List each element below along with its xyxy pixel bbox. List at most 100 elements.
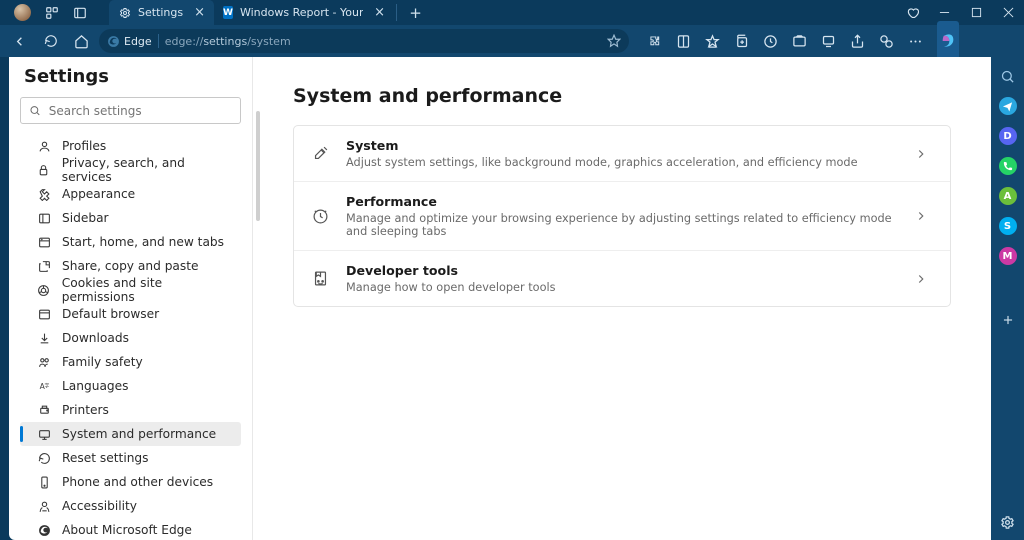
address-bar[interactable]: Edge edge://settings/system [99, 29, 629, 53]
close-icon[interactable]: × [374, 5, 385, 20]
discord-icon[interactable]: D [999, 127, 1017, 145]
whatsapp-icon[interactable] [999, 157, 1017, 175]
nav-item-label: Share, copy and paste [62, 259, 199, 273]
sidebar-item-start-home-and-new-tabs[interactable]: Start, home, and new tabs [20, 230, 241, 254]
tab-actions-icon[interactable] [73, 6, 87, 20]
tab-divider [396, 4, 397, 21]
close-icon[interactable]: × [194, 5, 205, 20]
more-button[interactable] [902, 28, 929, 55]
sidebar-settings-button[interactable] [1000, 515, 1015, 530]
sidebar-item-share-copy-and-paste[interactable]: Share, copy and paste [20, 254, 241, 278]
sidebar-item-accessibility[interactable]: Accessibility [20, 494, 241, 518]
setting-row-system[interactable]: SystemAdjust system settings, like backg… [294, 126, 950, 181]
gear-icon [118, 6, 131, 19]
new-tab-button[interactable]: + [403, 0, 428, 25]
sidebar-item-family-safety[interactable]: Family safety [20, 350, 241, 374]
nav-item-icon [37, 188, 51, 201]
svg-text:字: 字 [44, 382, 49, 389]
nav-item-label: Privacy, search, and services [62, 156, 236, 184]
share-button[interactable] [844, 28, 871, 55]
search-icon[interactable] [999, 67, 1017, 85]
site-favicon: W [223, 6, 233, 19]
nav-item-label: Languages [62, 379, 129, 393]
sidebar-item-languages[interactable]: A字 Languages [20, 374, 241, 398]
refresh-button[interactable] [37, 28, 64, 55]
page-title: Settings [24, 66, 241, 87]
history-button[interactable] [757, 28, 784, 55]
search-box[interactable] [20, 97, 241, 124]
drop-button[interactable] [815, 28, 842, 55]
sidebar-item-phone-and-other-devices[interactable]: Phone and other devices [20, 470, 241, 494]
scrollbar[interactable] [256, 111, 260, 221]
sidebar-item-profiles[interactable]: Profiles [20, 134, 241, 158]
maximize-button[interactable] [960, 0, 992, 25]
toolbar: Edge edge://settings/system [0, 25, 1024, 57]
section-heading: System and performance [293, 85, 951, 107]
nav-item-icon [37, 452, 51, 465]
sidebar-item-appearance[interactable]: Appearance [20, 182, 241, 206]
nav-item-icon [37, 332, 51, 345]
android-icon[interactable]: A [999, 187, 1017, 205]
divider [158, 34, 159, 48]
nav-item-label: Start, home, and new tabs [62, 235, 224, 249]
row-subtitle: Manage and optimize your browsing experi… [346, 212, 898, 238]
sidebar-item-system-and-performance[interactable]: System and performance [20, 422, 241, 446]
settings-content: System and performance SystemAdjust syst… [253, 57, 991, 540]
nav-item-icon [37, 476, 51, 489]
add-shortcut-button[interactable] [999, 311, 1017, 329]
nav-item-label: Appearance [62, 187, 135, 201]
row-icon [310, 145, 330, 162]
sidebar-item-about-microsoft-edge[interactable]: About Microsoft Edge [20, 518, 241, 540]
sidebar-item-reset-settings[interactable]: Reset settings [20, 446, 241, 470]
nav-item-label: Downloads [62, 331, 129, 345]
nav-item-icon [37, 404, 51, 417]
nav-item-icon [37, 500, 51, 513]
back-button[interactable] [6, 28, 33, 55]
skype-icon[interactable]: S [999, 217, 1017, 235]
tab-label: Settings [138, 6, 183, 19]
search-input[interactable] [49, 104, 232, 118]
profile-avatar[interactable] [14, 4, 31, 21]
extensions-button[interactable] [641, 28, 668, 55]
settings-card: SystemAdjust system settings, like backg… [293, 125, 951, 307]
nav-item-icon [37, 428, 51, 441]
copilot-button[interactable] [937, 21, 959, 61]
favorites-button[interactable] [699, 28, 726, 55]
tab-windows-report[interactable]: W Windows Report - Your go-to sou... × [214, 0, 394, 25]
chevron-right-icon [914, 272, 928, 286]
sidebar-item-printers[interactable]: Printers [20, 398, 241, 422]
favorite-star-icon[interactable] [607, 34, 621, 48]
nav-item-icon: A字 [37, 380, 51, 393]
read-aloud-button[interactable] [670, 28, 697, 55]
tab-settings[interactable]: Settings × [109, 0, 214, 25]
nav-item-label: Reset settings [62, 451, 149, 465]
nav-item-label: Phone and other devices [62, 475, 213, 489]
edge-sidebar: D ASM [991, 57, 1024, 540]
nav-item-label: About Microsoft Edge [62, 523, 192, 537]
tab-label: Windows Report - Your go-to sou... [240, 6, 363, 19]
search-icon [29, 104, 41, 117]
performance-button[interactable] [873, 28, 900, 55]
nav-item-icon [37, 284, 51, 297]
settings-sidebar: Settings ProfilesPrivacy, search, and se… [9, 57, 253, 540]
row-title: Developer tools [346, 263, 898, 278]
home-button[interactable] [68, 28, 95, 55]
nav-item-icon [37, 308, 51, 321]
workspaces-icon[interactable] [45, 6, 59, 20]
nav-item-label: System and performance [62, 427, 216, 441]
sidebar-item-sidebar[interactable]: Sidebar [20, 206, 241, 230]
setting-row-developer-tools[interactable]: Developer toolsManage how to open develo… [294, 250, 950, 306]
reward-icon[interactable] [896, 0, 928, 25]
sidebar-item-privacy-search-and-services[interactable]: Privacy, search, and services [20, 158, 241, 182]
sidebar-item-default-browser[interactable]: Default browser [20, 302, 241, 326]
collections-button[interactable] [728, 28, 755, 55]
row-title: System [346, 138, 898, 153]
setting-row-performance[interactable]: PerformanceManage and optimize your brow… [294, 181, 950, 250]
close-window-button[interactable] [992, 0, 1024, 25]
telegram-icon[interactable] [999, 97, 1017, 115]
sidebar-item-cookies-and-site-permissions[interactable]: Cookies and site permissions [20, 278, 241, 302]
sidebar-item-downloads[interactable]: Downloads [20, 326, 241, 350]
tab-strip: Settings × W Windows Report - Your go-to… [109, 0, 428, 25]
messenger-icon[interactable]: M [999, 247, 1017, 265]
screenshot-button[interactable] [786, 28, 813, 55]
